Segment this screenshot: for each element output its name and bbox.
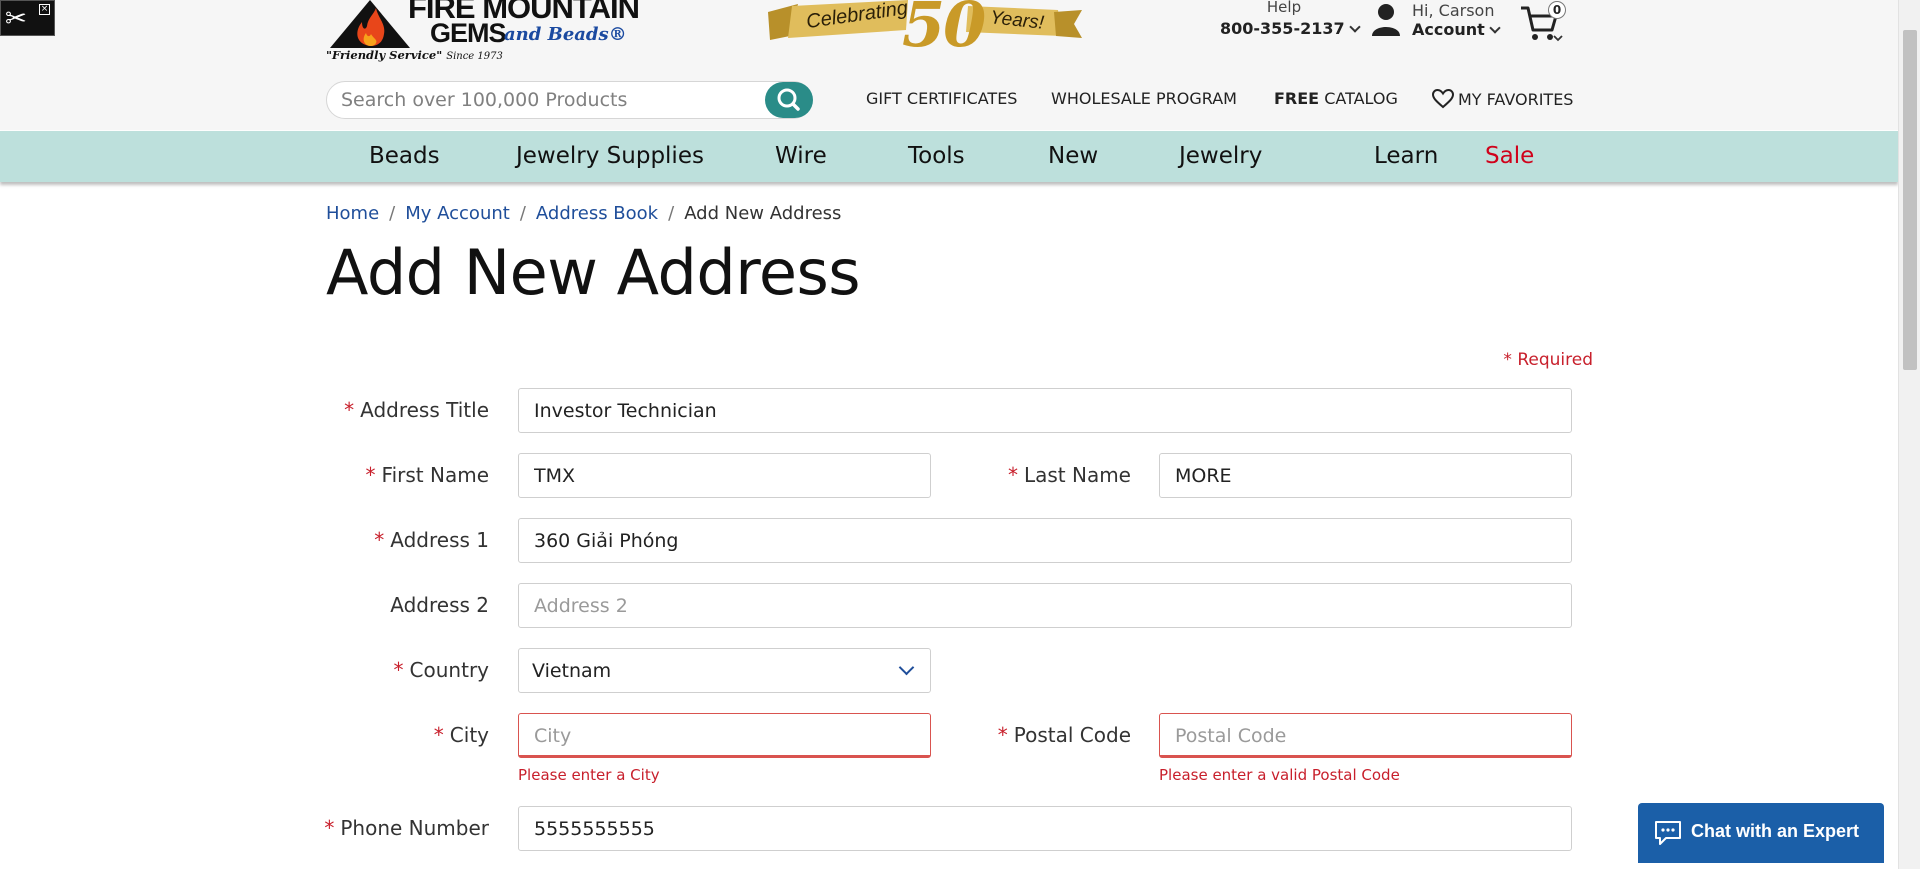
postal-code-error: Please enter a valid Postal Code xyxy=(1159,766,1400,784)
chevron-down-icon xyxy=(898,659,915,676)
site-header: ✂ × FIRE MOUNTAIN GEMS and Beads® "Frien… xyxy=(0,0,1898,130)
address1-field xyxy=(518,518,1572,563)
chat-label: Chat with an Expert xyxy=(1691,821,1860,841)
chevron-down-icon xyxy=(1489,22,1501,34)
cart-button[interactable]: 0 xyxy=(1520,0,1570,42)
tools-icon[interactable]: ✂ xyxy=(5,5,27,33)
postal-code-field xyxy=(1159,713,1572,758)
gift-certificates-link[interactable]: GIFT CERTIFICATES xyxy=(866,89,1017,108)
flame-mountain-icon xyxy=(330,0,410,48)
first-name-label: * First Name xyxy=(365,463,489,487)
nav-beads[interactable]: Beads xyxy=(369,143,440,169)
country-select[interactable]: Vietnam xyxy=(518,648,931,693)
address-title-input[interactable] xyxy=(534,389,1556,432)
page-scrollbar[interactable] xyxy=(1898,0,1920,869)
account-menu[interactable]: Hi, Carson Account xyxy=(1370,0,1510,42)
heart-icon xyxy=(1431,88,1455,109)
logo-tagline: "Friendly Service" Since 1973 xyxy=(326,48,503,62)
phone-field xyxy=(518,806,1572,851)
nav-sale[interactable]: Sale xyxy=(1485,143,1534,169)
first-name-input[interactable] xyxy=(534,454,915,497)
address1-input[interactable] xyxy=(534,519,1556,562)
phone-label: * Phone Number xyxy=(324,816,489,840)
help-phone[interactable]: Help 800-355-2137 xyxy=(1220,0,1361,38)
last-name-input[interactable] xyxy=(1175,454,1556,497)
free-catalog-link[interactable]: FREE CATALOG xyxy=(1274,89,1398,108)
anniversary-banner: Celebrating 50 Years! xyxy=(768,0,1082,61)
logo-beads: and Beads® xyxy=(504,24,627,45)
devtools-widget[interactable]: ✂ × xyxy=(0,0,55,36)
page-title: Add New Address xyxy=(326,236,861,309)
account-greeting: Hi, Carson xyxy=(1412,1,1495,20)
country-selected-value: Vietnam xyxy=(532,660,612,682)
wholesale-program-link[interactable]: WHOLESALE PROGRAM xyxy=(1051,89,1237,108)
chat-bubble-icon xyxy=(1655,821,1681,845)
help-label: Help xyxy=(1266,0,1302,16)
postal-code-input[interactable] xyxy=(1175,714,1556,757)
breadcrumb-my-account[interactable]: My Account xyxy=(405,203,510,224)
city-label: * City xyxy=(433,723,489,747)
nav-tools[interactable]: Tools xyxy=(908,143,965,169)
address2-input[interactable] xyxy=(534,584,1556,627)
city-input[interactable] xyxy=(534,714,915,757)
nav-jewelry-supplies[interactable]: Jewelry Supplies xyxy=(516,143,704,169)
city-error: Please enter a City xyxy=(518,766,660,784)
nav-wire[interactable]: Wire xyxy=(775,143,827,169)
close-icon[interactable]: × xyxy=(39,4,50,15)
search-bar xyxy=(326,81,813,119)
nav-jewelry[interactable]: Jewelry xyxy=(1179,143,1262,169)
last-name-field xyxy=(1159,453,1572,498)
search-icon xyxy=(777,88,800,111)
logo-name-line2: GEMS xyxy=(430,18,507,48)
first-name-field xyxy=(518,453,931,498)
breadcrumb-address-book[interactable]: Address Book xyxy=(536,203,658,224)
chevron-down-icon xyxy=(1348,21,1361,33)
address-title-label: * Address Title xyxy=(344,398,489,422)
required-note: * Required xyxy=(1503,350,1593,370)
search-input[interactable] xyxy=(341,88,741,112)
search-button[interactable] xyxy=(765,82,813,118)
city-field xyxy=(518,713,931,758)
last-name-label: * Last Name xyxy=(1007,463,1131,487)
postal-code-label: * Postal Code xyxy=(997,723,1131,747)
account-label[interactable]: Account xyxy=(1412,20,1501,39)
cart-count-badge: 0 xyxy=(1548,1,1566,19)
address-title-field xyxy=(518,388,1572,433)
nav-learn[interactable]: Learn xyxy=(1374,143,1438,169)
chat-with-expert-button[interactable]: Chat with an Expert xyxy=(1638,803,1884,863)
scrollbar-thumb[interactable] xyxy=(1903,30,1917,370)
address1-label: * Address 1 xyxy=(374,528,489,552)
my-favorites-link[interactable]: MY FAVORITES xyxy=(1431,88,1573,109)
breadcrumb-home[interactable]: Home xyxy=(326,203,379,224)
country-label: * Country xyxy=(393,658,489,682)
site-logo[interactable]: FIRE MOUNTAIN GEMS and Beads® "Friendly … xyxy=(326,0,640,62)
address2-field xyxy=(518,583,1572,628)
main-nav: Beads Jewelry Supplies Wire Tools New Je… xyxy=(0,131,1898,182)
address2-label: Address 2 xyxy=(390,593,489,617)
breadcrumb: Home / My Account / Address Book / Add New Add… xyxy=(326,203,842,224)
help-phone-number[interactable]: 800-355-2137 xyxy=(1220,19,1361,38)
breadcrumb-current: Add New Address xyxy=(684,203,842,224)
banner-fifty: 50 xyxy=(902,0,986,61)
nav-new[interactable]: New xyxy=(1048,143,1098,169)
phone-input[interactable] xyxy=(534,807,1556,850)
user-icon xyxy=(1372,4,1400,36)
